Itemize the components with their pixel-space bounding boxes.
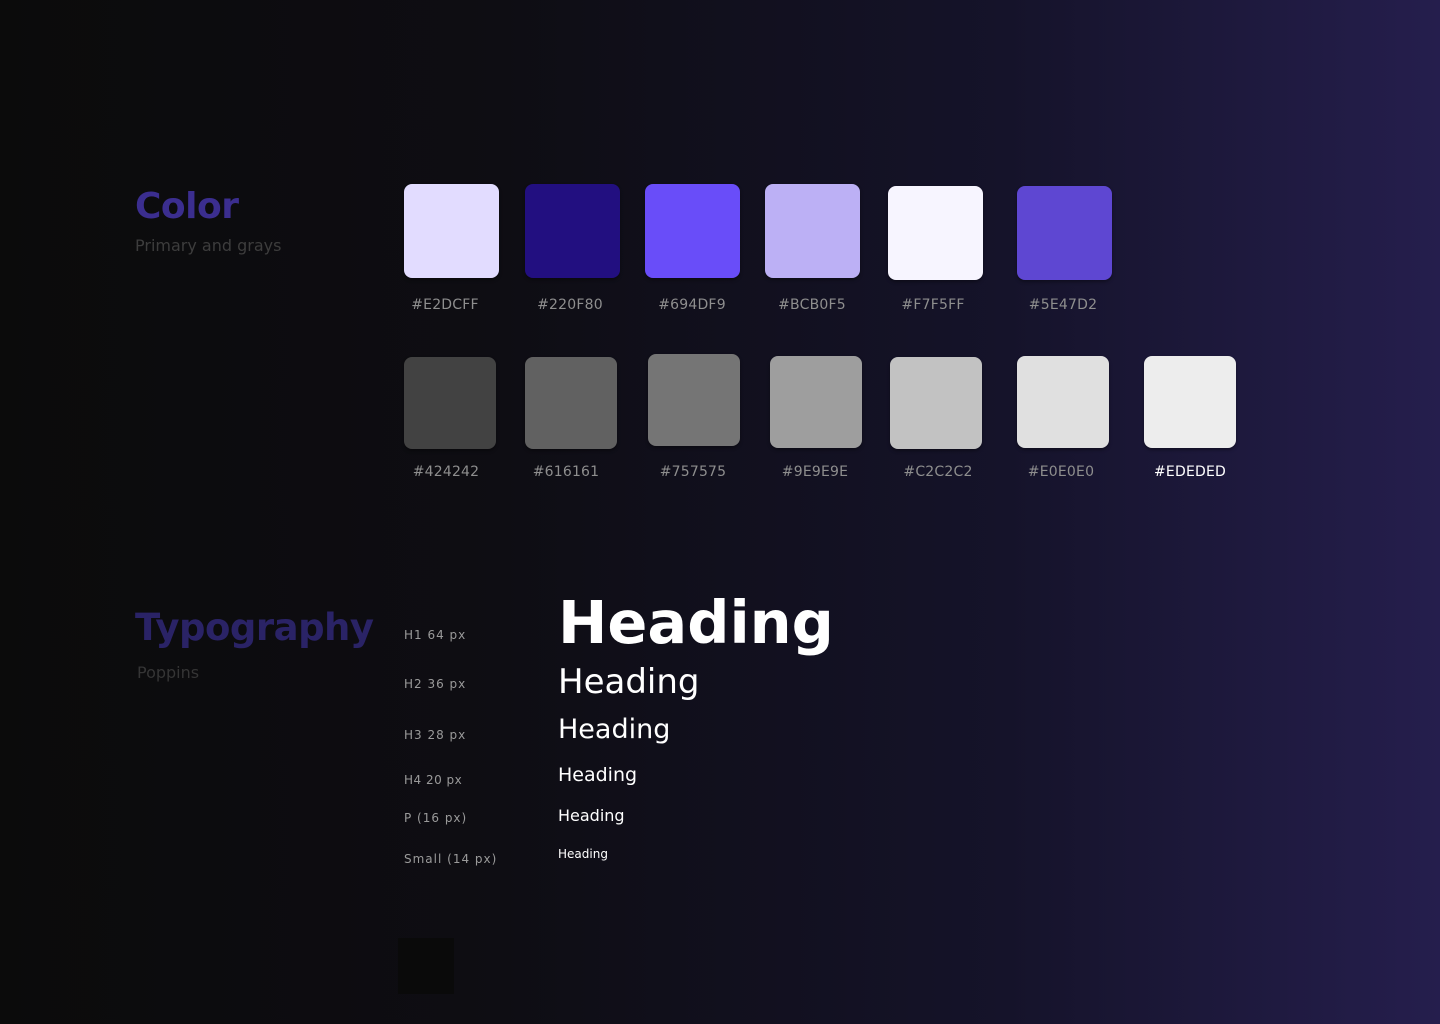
color-section-subtitle: Primary and grays [135, 236, 282, 255]
primary-swatch[interactable] [888, 186, 983, 280]
color-swatch [648, 354, 740, 446]
hex-label: #9E9E9E [781, 464, 849, 480]
gray-swatch[interactable] [404, 357, 496, 449]
color-swatch [1017, 186, 1112, 280]
primary-swatch[interactable] [525, 184, 620, 278]
primary-swatch[interactable] [765, 184, 860, 278]
type-sample-h3: Heading [558, 714, 671, 745]
hex-label: #F7F5FF [901, 297, 965, 313]
type-sample-h4: Heading [558, 764, 638, 786]
type-scale-label: H3 28 px [404, 728, 467, 742]
hex-label: #C2C2C2 [903, 464, 973, 480]
color-swatch [645, 184, 740, 278]
type-scale-label: H1 64 px [404, 628, 467, 642]
hex-label: #E0E0E0 [1027, 464, 1095, 480]
color-swatch [404, 357, 496, 449]
hex-label: #694DF9 [658, 297, 726, 313]
gray-swatch[interactable] [648, 354, 740, 446]
hex-label: #220F80 [537, 297, 603, 313]
color-swatch [890, 357, 982, 449]
gray-swatch[interactable] [770, 356, 862, 448]
color-swatch [525, 357, 617, 449]
color-swatch [770, 356, 862, 448]
type-scale-label: H4 20 px [404, 773, 463, 787]
color-swatch [888, 186, 983, 280]
color-swatch [765, 184, 860, 278]
gray-swatch[interactable] [1144, 356, 1236, 448]
typography-section-title: Typography [135, 606, 374, 649]
hex-label: #5E47D2 [1028, 297, 1098, 313]
color-swatch [525, 184, 620, 278]
placeholder-block [398, 938, 454, 994]
hex-label-selected: #EDEDED [1153, 464, 1226, 480]
color-swatch [404, 184, 499, 278]
hex-label: #424242 [412, 464, 480, 480]
primary-swatch[interactable] [1017, 186, 1112, 280]
hex-label: #757575 [659, 464, 727, 480]
hex-label: #616161 [532, 464, 600, 480]
gray-swatch[interactable] [525, 357, 617, 449]
hex-label: #BCB0F5 [778, 297, 846, 313]
color-swatch [1017, 356, 1109, 448]
gray-swatch[interactable] [890, 357, 982, 449]
type-sample-h2: Heading [558, 662, 700, 702]
primary-swatch[interactable] [404, 184, 499, 278]
color-swatch [1144, 356, 1236, 448]
type-sample-p: Heading [558, 806, 625, 825]
hex-label: #E2DCFF [411, 297, 479, 313]
color-section-title: Color [135, 186, 239, 227]
gray-swatch[interactable] [1017, 356, 1109, 448]
type-scale-label: P (16 px) [404, 811, 468, 825]
typography-section-subtitle: Poppins [137, 663, 200, 682]
type-scale-label: Small (14 px) [404, 852, 498, 866]
type-sample-h1: Heading [558, 588, 834, 657]
primary-swatch[interactable] [645, 184, 740, 278]
type-sample-small: Heading [558, 847, 608, 861]
type-scale-label: H2 36 px [404, 677, 467, 691]
